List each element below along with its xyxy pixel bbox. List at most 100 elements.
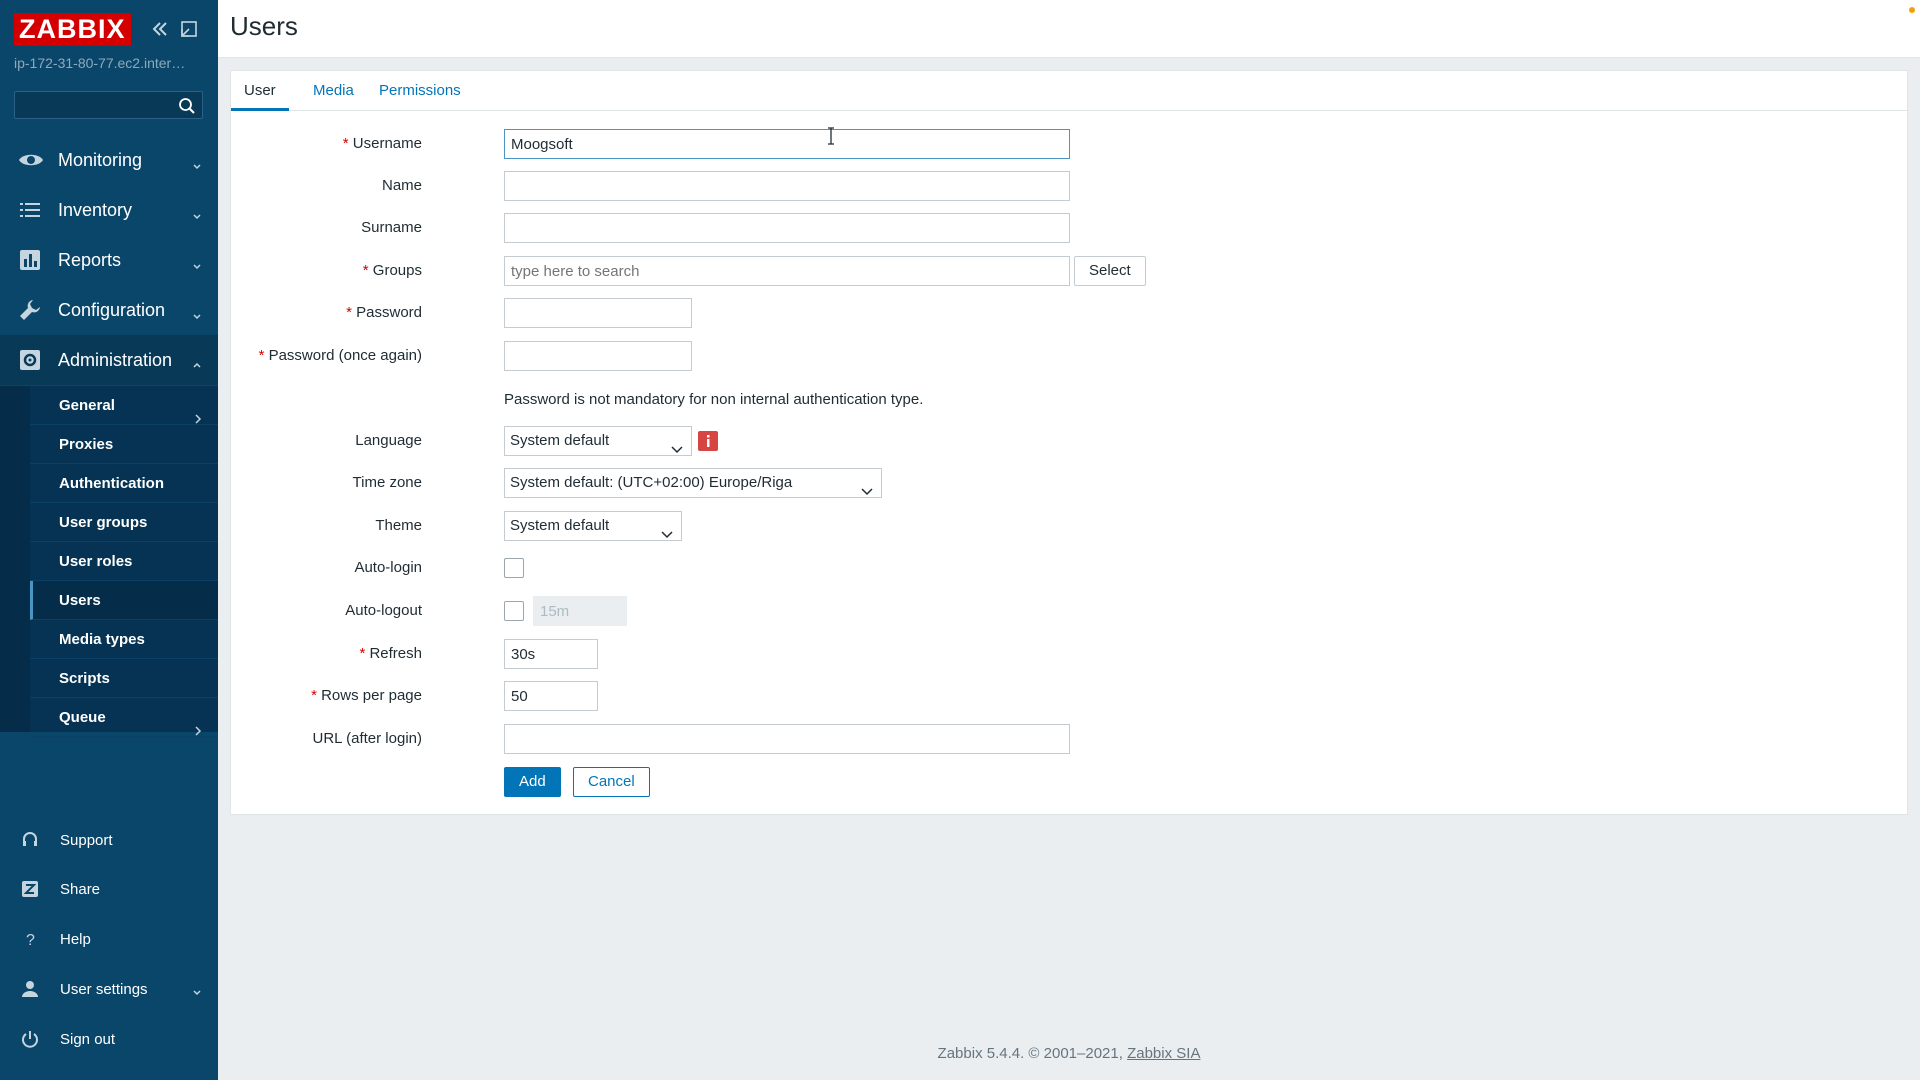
nav-share[interactable]: Share (0, 869, 218, 909)
row-theme: Theme System default (231, 511, 1631, 541)
sidebar-search-input[interactable] (15, 92, 175, 118)
chevron-down-icon (192, 205, 202, 220)
label-text: Password (356, 304, 422, 321)
tab-media[interactable]: Media (300, 71, 367, 111)
zabbix-logo[interactable]: ZABBIX (14, 13, 131, 46)
submenu-item-media-types[interactable]: Media types (30, 620, 218, 659)
label-text: Groups (372, 262, 422, 279)
password-note: Password is not mandatory for non intern… (504, 391, 924, 408)
row-surname: Surname (231, 213, 1631, 243)
collapse-sidebar-icon[interactable] (149, 18, 171, 40)
required-marker: * (362, 262, 369, 279)
groups-select-button[interactable]: Select (1074, 256, 1146, 286)
nav-sign-out[interactable]: Sign out (0, 1019, 218, 1059)
username-label: * Username (343, 129, 422, 159)
row-timezone: Time zone System default: (UTC+02:00) Eu… (231, 468, 1631, 498)
search-icon[interactable] (178, 97, 196, 115)
url-input[interactable] (504, 724, 1070, 754)
question-icon: ? (20, 929, 40, 949)
submenu-item-user-roles[interactable]: User roles (30, 542, 218, 581)
username-input[interactable] (504, 129, 1070, 159)
page-title: Users (230, 11, 298, 41)
nav-administration[interactable]: Administration (0, 335, 218, 385)
submenu-item-authentication[interactable]: Authentication (30, 464, 218, 503)
rows-per-page-label: * Rows per page (311, 681, 422, 711)
select-value: System default: (UTC+02:00) Europe/Riga (510, 474, 793, 491)
tab-permissions[interactable]: Permissions (366, 71, 474, 111)
url-label: URL (after login) (312, 730, 422, 747)
surname-input[interactable] (504, 213, 1070, 243)
nav-reports[interactable]: Reports (0, 235, 218, 285)
add-button[interactable]: Add (504, 767, 561, 797)
submenu-item-queue[interactable]: Queue (30, 698, 218, 737)
chevron-down-icon (861, 478, 873, 496)
autologin-checkbox[interactable] (504, 558, 524, 578)
groups-search-input[interactable] (504, 256, 1070, 286)
nav-label: Inventory (58, 199, 133, 220)
submenu-label: User roles (59, 553, 133, 570)
password-input[interactable] (504, 298, 692, 328)
footer-link[interactable]: Zabbix SIA (1127, 1045, 1200, 1062)
footer: Zabbix 5.4.4. © 2001–2021, Zabbix SIA (218, 1045, 1920, 1062)
tab-user[interactable]: User (231, 71, 289, 111)
row-groups: * Groups Select (231, 256, 1631, 286)
surname-label: Surname (361, 219, 422, 236)
eye-icon (18, 148, 43, 172)
nav-configuration[interactable]: Configuration (0, 285, 218, 335)
password-again-label: * Password (once again) (259, 341, 422, 371)
row-autologout: Auto-logout (231, 596, 1631, 626)
language-select[interactable]: System default (504, 426, 692, 456)
sidebar-search (14, 91, 203, 119)
bar-chart-icon (18, 248, 42, 272)
cancel-button[interactable]: Cancel (573, 767, 650, 797)
tab-bar: User Media Permissions (231, 71, 1907, 111)
share-z-icon (20, 879, 40, 899)
kiosk-mode-icon[interactable] (178, 18, 200, 40)
row-password: * Password (231, 298, 1631, 328)
nav-label: Monitoring (58, 149, 143, 170)
nav-inventory[interactable]: Inventory (0, 185, 218, 235)
timezone-label: Time zone (352, 474, 422, 491)
name-input[interactable] (504, 171, 1070, 201)
headset-icon (20, 830, 40, 850)
nav-monitoring[interactable]: Monitoring (0, 135, 218, 185)
nav-label: Sign out (60, 1030, 116, 1048)
sidebar: ZABBIX ip-172-31-80-77.ec2.inter… Monito… (0, 0, 218, 1080)
theme-select[interactable]: System default (504, 511, 682, 541)
chevron-down-icon (671, 436, 683, 454)
required-marker: * (342, 135, 349, 152)
refresh-input[interactable] (504, 639, 598, 669)
submenu-item-general[interactable]: General (30, 386, 218, 425)
autologout-input (533, 596, 627, 626)
nav-user-settings[interactable]: User settings (0, 969, 218, 1009)
nav-label: Support (60, 831, 113, 849)
submenu-item-users[interactable]: Users (30, 581, 218, 620)
chevron-right-icon (194, 400, 202, 424)
nav-help[interactable]: ? Help (0, 919, 218, 959)
row-language: Language System default (231, 426, 1631, 456)
timezone-select[interactable]: System default: (UTC+02:00) Europe/Riga (504, 468, 882, 498)
select-value: System default (510, 517, 610, 534)
password-again-input[interactable] (504, 341, 692, 371)
submenu-item-user-groups[interactable]: User groups (30, 503, 218, 542)
autologout-checkbox[interactable] (504, 601, 524, 621)
chevron-down-icon (661, 521, 673, 539)
power-icon (20, 1029, 40, 1049)
nav-support[interactable]: Support (0, 820, 218, 860)
chevron-down-icon (192, 984, 202, 996)
rows-per-page-input[interactable] (504, 681, 598, 711)
submenu-label: Scripts (59, 670, 110, 687)
row-url: URL (after login) (231, 724, 1631, 754)
required-marker: * (359, 645, 366, 662)
submenu-label: Proxies (59, 436, 114, 453)
submenu-item-proxies[interactable]: Proxies (30, 425, 218, 464)
text-cursor-icon (826, 127, 836, 145)
row-autologin: Auto-login (231, 553, 1631, 583)
submenu-label: Queue (59, 709, 106, 726)
gear-icon (18, 348, 42, 372)
submenu-item-scripts[interactable]: Scripts (30, 659, 218, 698)
info-icon[interactable] (698, 431, 718, 451)
submenu-label: Users (59, 592, 101, 609)
chevron-down-icon (192, 255, 202, 270)
chevron-down-icon (192, 305, 202, 320)
